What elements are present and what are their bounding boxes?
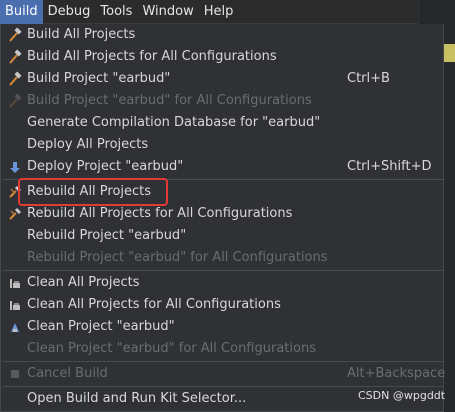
menu-item-label: Clean All Projects xyxy=(27,275,140,290)
menu-item-clean-all-projects[interactable]: Clean All Projects xyxy=(1,272,445,294)
rebuild-icon xyxy=(9,207,22,220)
menu-item-build-all-projects[interactable]: Build All Projects xyxy=(1,24,445,46)
hammer-icon xyxy=(9,93,22,108)
menu-window-label: Window xyxy=(142,3,194,19)
menu-item-label: Build Project "earbud" for All Configura… xyxy=(27,93,312,108)
menu-item-label: Clean Project "earbud" xyxy=(27,319,175,334)
menu-item-deploy-all-projects[interactable]: Deploy All Projects xyxy=(1,134,445,156)
menu-build[interactable]: Build xyxy=(0,0,43,24)
clean-icon xyxy=(11,323,19,332)
menu-debug-label: Debug xyxy=(47,3,91,19)
menu-tools[interactable]: Tools xyxy=(95,0,137,24)
clean-icon xyxy=(10,279,20,288)
menu-item-rebuild-project-earbud-all-configs: Rebuild Project "earbud" for All Configu… xyxy=(1,247,445,269)
menu-item-rebuild-project-earbud[interactable]: Rebuild Project "earbud" xyxy=(1,225,445,247)
menu-item-build-all-projects-all-configs[interactable]: Build All Projects for All Configuration… xyxy=(1,46,445,68)
menu-item-label: Rebuild Project "earbud" for All Configu… xyxy=(27,250,328,265)
menu-item-generate-compilation-database[interactable]: Generate Compilation Database for "earbu… xyxy=(1,112,445,134)
menu-item-clean-project-earbud-all-configs: Clean Project "earbud" for All Configura… xyxy=(1,338,445,360)
menu-item-label: Open Build and Run Kit Selector... xyxy=(27,391,247,406)
deploy-icon xyxy=(10,162,20,173)
annotation-highlight-box xyxy=(18,178,168,206)
menu-item-label: Build All Projects xyxy=(27,27,136,42)
screen: · Build Debug Tools Window Help Build Al… xyxy=(0,0,455,412)
menu-item-label: Generate Compilation Database for "earbu… xyxy=(27,115,321,130)
menu-help[interactable]: Help xyxy=(199,0,239,24)
menu-tools-label: Tools xyxy=(100,3,133,19)
menu-window[interactable]: Window xyxy=(137,0,198,24)
clean-icon xyxy=(10,301,20,310)
menu-help-label: Help xyxy=(203,3,234,19)
menu-item-shortcut: Ctrl+Shift+D xyxy=(347,159,432,174)
menu-separator xyxy=(3,270,443,271)
menu-item-label: Cancel Build xyxy=(27,366,108,381)
menu-separator xyxy=(3,361,443,362)
menu-item-shortcut: Alt+Backspace xyxy=(347,366,446,381)
stop-icon xyxy=(11,370,19,378)
menu-item-build-project-earbud[interactable]: Build Project "earbud" Ctrl+B xyxy=(1,68,445,90)
menu-item-shortcut: Ctrl+B xyxy=(347,71,390,86)
build-menu-dropdown: Build All Projects Build All Projects fo… xyxy=(0,24,445,412)
watermark: CSDN @wpgddt xyxy=(358,389,446,402)
menu-item-cancel-build: Cancel Build Alt+Backspace xyxy=(1,363,445,385)
menu-item-label: Deploy All Projects xyxy=(27,137,149,152)
hammer-icon xyxy=(9,49,22,64)
menu-item-clean-all-projects-all-configs[interactable]: Clean All Projects for All Configuration… xyxy=(1,294,445,316)
menu-item-build-project-earbud-all-configs: Build Project "earbud" for All Configura… xyxy=(1,90,445,112)
menu-debug[interactable]: Debug xyxy=(43,0,96,24)
menu-build-label: Build xyxy=(5,3,38,19)
menu-item-label: Build Project "earbud" xyxy=(27,71,171,86)
menu-item-rebuild-all-projects-all-configs[interactable]: Rebuild All Projects for All Configurati… xyxy=(1,203,445,225)
menu-separator xyxy=(3,386,443,387)
menu-item-label: Deploy Project "earbud" xyxy=(27,159,184,174)
menu-item-label: Clean All Projects for All Configuration… xyxy=(27,297,281,312)
menu-item-clean-project-earbud[interactable]: Clean Project "earbud" xyxy=(1,316,445,338)
menu-item-label: Clean Project "earbud" for All Configura… xyxy=(27,341,316,356)
menubar: Build Debug Tools Window Help xyxy=(0,0,418,24)
menu-item-label: Rebuild All Projects for All Configurati… xyxy=(27,206,293,221)
hammer-icon xyxy=(9,27,22,42)
menu-item-deploy-project-earbud[interactable]: Deploy Project "earbud" Ctrl+Shift+D xyxy=(1,156,445,178)
menu-item-label: Rebuild Project "earbud" xyxy=(27,228,187,243)
hammer-icon xyxy=(9,71,22,86)
menu-item-label: Build All Projects for All Configuration… xyxy=(27,49,277,64)
